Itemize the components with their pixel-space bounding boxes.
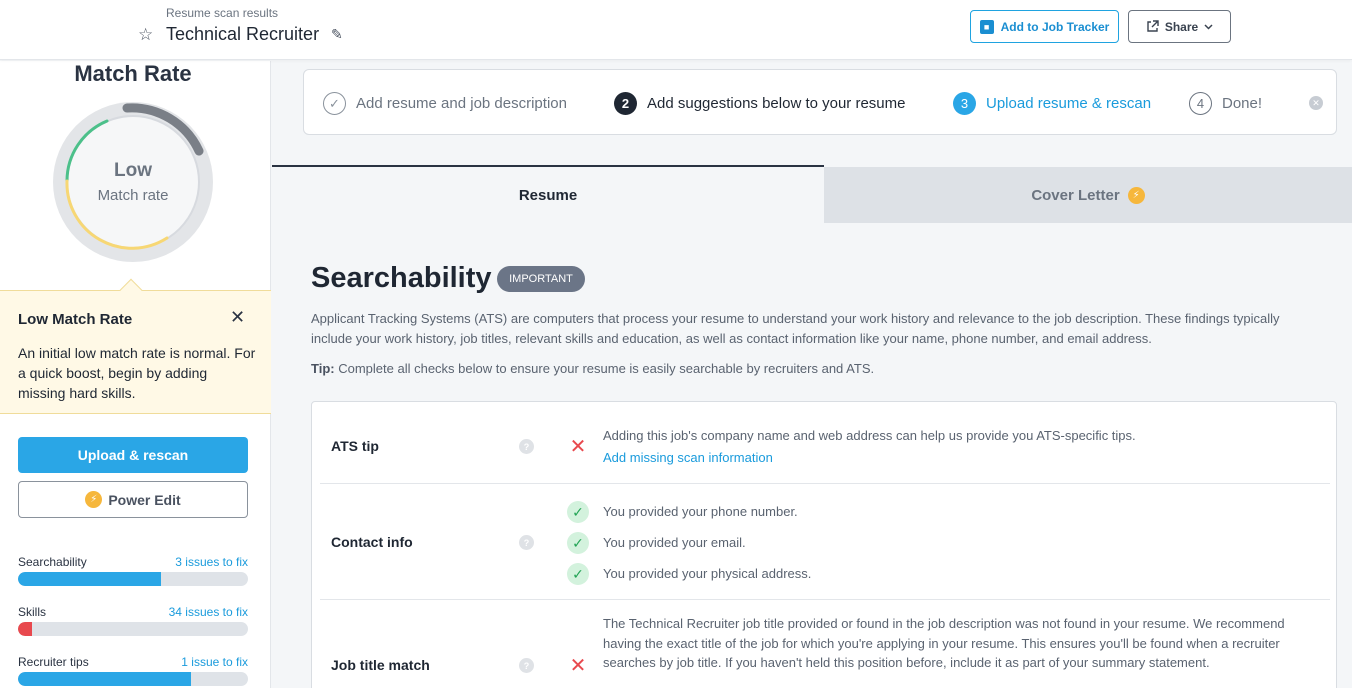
check-icon: ✓ bbox=[567, 532, 589, 554]
section-description: Applicant Tracking Systems (ATS) are com… bbox=[311, 311, 1280, 346]
metric-label: Skills bbox=[18, 605, 47, 619]
lightning-icon: ⚡ bbox=[1127, 186, 1145, 204]
step-label: Done! bbox=[1222, 95, 1263, 112]
metric-bar bbox=[18, 672, 248, 686]
gauge-sublabel: Match rate bbox=[97, 187, 169, 204]
tab-cover-letter-label: Cover Letter bbox=[1031, 186, 1120, 204]
metric-bar bbox=[18, 572, 248, 586]
question-icon[interactable]: ? bbox=[519, 658, 534, 673]
question-icon[interactable]: ? bbox=[519, 535, 534, 550]
metric-label: Recruiter tips bbox=[18, 655, 89, 669]
star-icon[interactable]: ☆ bbox=[138, 25, 153, 45]
tab-resume[interactable]: Resume bbox=[272, 165, 824, 223]
metric-fill bbox=[18, 672, 191, 686]
low-match-tip: Low Match Rate ✕ An initial low match ra… bbox=[0, 278, 271, 414]
add-tracker-label: Add to Job Tracker bbox=[1000, 19, 1110, 34]
tip-label: Tip: bbox=[311, 361, 335, 376]
power-edit-label: Power Edit bbox=[108, 491, 181, 508]
share-label: Share bbox=[1164, 19, 1199, 34]
tip-text: Complete all checks below to ensure your… bbox=[338, 361, 875, 376]
check-label: ATS tip bbox=[331, 438, 379, 454]
metric-fill bbox=[18, 572, 161, 586]
tip-body: An initial low match rate is normal. For… bbox=[18, 345, 256, 401]
step-number: 2 bbox=[614, 92, 637, 115]
x-icon: ✕ bbox=[569, 654, 587, 677]
check-icon: ✓ bbox=[567, 563, 589, 585]
check-text: You provided your email. bbox=[603, 535, 746, 550]
close-icon[interactable]: ✕ bbox=[1309, 96, 1323, 110]
x-icon: ✕ bbox=[569, 435, 587, 458]
breadcrumb: Resume scan results bbox=[166, 6, 279, 20]
check-row-job-title: Job title match ? ✕ The Technical Recrui… bbox=[320, 599, 1330, 688]
step-label: Upload resume & rescan bbox=[986, 95, 1152, 112]
tab-cover-letter[interactable]: Cover Letter ⚡ bbox=[824, 167, 1352, 223]
check-text: The Technical Recruiter job title provid… bbox=[603, 616, 1285, 670]
section-tip: Tip: Complete all checks below to ensure… bbox=[311, 361, 874, 376]
step-3[interactable]: 3 Upload resume & rescan bbox=[953, 92, 1151, 115]
step-1[interactable]: ✓ Add resume and job description bbox=[323, 92, 567, 115]
checks-card: ATS tip ? ✕ Adding this job's company na… bbox=[311, 401, 1337, 688]
sidebar: Match Rate Low Match rate Low Match Rate… bbox=[0, 61, 271, 688]
add-to-job-tracker-button[interactable]: ■ Add to Job Tracker bbox=[970, 10, 1119, 43]
top-bar: Resume scan results ☆ Technical Recruite… bbox=[0, 0, 1352, 60]
metric-issues-link[interactable]: 1 issue to fix bbox=[181, 655, 248, 669]
step-2[interactable]: 2 Add suggestions below to your resume bbox=[614, 92, 905, 115]
metric-issues-link[interactable]: 3 issues to fix bbox=[175, 555, 248, 569]
check-icon: ✓ bbox=[323, 92, 346, 115]
upload-rescan-button[interactable]: Upload & rescan bbox=[18, 437, 248, 473]
check-row-contact: Contact info ? ✓ You provided your phone… bbox=[320, 483, 1330, 599]
power-edit-button[interactable]: ⚡ Power Edit bbox=[18, 481, 248, 518]
check-text: Adding this job's company name and web a… bbox=[603, 428, 1136, 443]
share-icon bbox=[1147, 20, 1159, 32]
metric-issues-link[interactable]: 34 issues to fix bbox=[169, 605, 248, 619]
check-label: Contact info bbox=[331, 534, 413, 550]
check-text: You provided your physical address. bbox=[603, 566, 812, 581]
chevron-down-icon bbox=[1204, 23, 1213, 30]
metric-label: Searchability bbox=[18, 555, 87, 569]
step-label: Add suggestions below to your resume bbox=[647, 95, 906, 112]
match-rate-title: Match Rate bbox=[74, 61, 192, 86]
page-title: Technical Recruiter bbox=[166, 24, 320, 44]
step-4[interactable]: 4 Done! bbox=[1189, 92, 1262, 115]
check-label: Job title match bbox=[331, 657, 430, 673]
step-number: 4 bbox=[1189, 92, 1212, 115]
check-row-ats: ATS tip ? ✕ Adding this job's company na… bbox=[320, 402, 1330, 483]
close-icon[interactable]: ✕ bbox=[230, 307, 245, 328]
add-scan-info-link[interactable]: Add missing scan information bbox=[603, 448, 773, 468]
question-icon[interactable]: ? bbox=[519, 439, 534, 454]
important-badge: IMPORTANT bbox=[497, 266, 585, 292]
bookmark-icon: ■ bbox=[979, 19, 994, 34]
gauge-level: Low bbox=[114, 160, 152, 181]
check-text: You provided your phone number. bbox=[603, 504, 798, 519]
progress-steps: ✓ Add resume and job description 2 Add s… bbox=[303, 69, 1337, 135]
share-button[interactable]: Share bbox=[1128, 10, 1231, 43]
match-rate-gauge bbox=[53, 102, 213, 262]
metric-bar bbox=[18, 622, 248, 636]
section-title: Searchability bbox=[311, 262, 492, 294]
step-label: Add resume and job description bbox=[356, 95, 567, 112]
step-number: 3 bbox=[953, 92, 976, 115]
check-icon: ✓ bbox=[567, 501, 589, 523]
pencil-icon[interactable]: ✎ bbox=[331, 26, 343, 43]
lightning-icon: ⚡ bbox=[85, 491, 103, 508]
metric-fill bbox=[18, 622, 32, 636]
tip-pointer bbox=[119, 278, 143, 302]
tip-heading: Low Match Rate bbox=[18, 311, 133, 328]
